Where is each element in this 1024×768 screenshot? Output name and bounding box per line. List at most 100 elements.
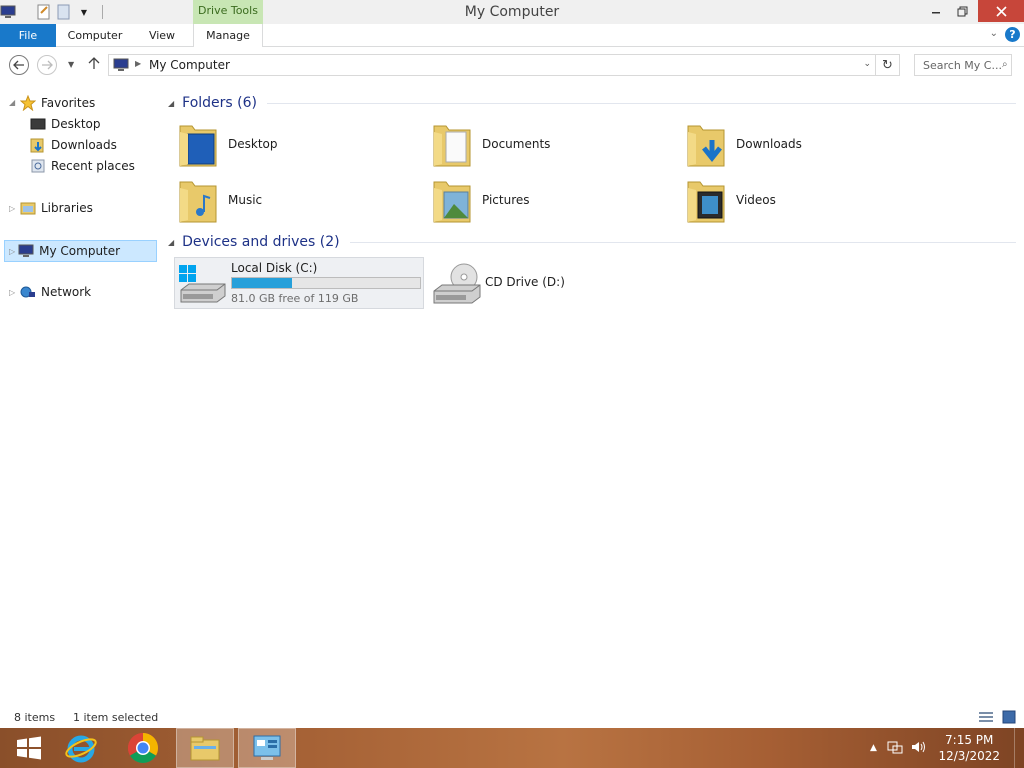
start-button[interactable] [0,728,58,768]
up-arrow-icon[interactable] [88,56,100,73]
window-title: My Computer [464,4,560,20]
search-input[interactable]: Search My C... [914,54,1012,76]
folder-label: Documents [482,137,551,151]
file-explorer-button[interactable] [176,728,234,768]
clock-date: 12/3/2022 [938,749,1000,763]
nav-my-computer[interactable]: ▷ My Computer [4,240,157,262]
drive-c[interactable]: Local Disk (C:) 81.0 GB free of 119 GB [174,257,424,309]
breadcrumb[interactable]: My Computer [149,58,230,72]
address-bar[interactable]: ▶ My Computer ⌄ [108,54,876,76]
drive-usage-bar [231,277,421,289]
details-view-icon[interactable] [978,710,994,727]
computer-icon[interactable] [0,4,16,20]
group-title: Folders (6) [182,95,257,111]
nav-network[interactable]: Network [20,282,91,302]
downloads-icon [30,137,46,153]
ribbon-tabs: File Computer View Manage ⌄ ? [0,24,1024,47]
nav-label: My Computer [39,244,121,258]
nav-label: Network [41,285,92,299]
network-status-icon[interactable] [887,740,903,757]
libraries-icon [20,200,36,216]
tab-view[interactable]: View [136,24,188,47]
folder-label: Pictures [482,193,530,207]
nav-label: Favorites [41,96,96,110]
tab-computer[interactable]: Computer [60,24,130,47]
drives-group-header[interactable]: ◢ Devices and drives (2) [168,231,1016,253]
minimize-button[interactable] [922,0,950,22]
internet-explorer-icon [65,735,97,763]
collapse-icon[interactable]: ◢ [168,238,174,247]
favorites-expander-icon[interactable]: ◢ [9,98,15,107]
star-icon [20,95,36,111]
folders-group-header[interactable]: ◢ Folders (6) [168,92,1016,114]
nav-label: Desktop [51,117,101,131]
windows-logo-icon [17,736,41,760]
control-panel-button[interactable] [238,728,296,768]
folder-desktop[interactable]: Desktop [178,118,278,170]
drive-usage-fill [232,278,293,288]
network-expander-icon[interactable]: ▷ [9,288,15,297]
folder-label: Music [228,193,263,207]
drive-d[interactable]: CD Drive (D:) [430,257,680,309]
search-icon[interactable]: ⌕ [1002,59,1008,70]
selection-count: 1 item selected [73,711,159,724]
desktop-icon [30,116,46,132]
nav-libraries[interactable]: Libraries [20,198,93,218]
nav-item-desktop[interactable]: Desktop [30,114,101,134]
status-bar: 8 items 1 item selected [0,708,1024,728]
nav-favorites[interactable]: Favorites [20,93,95,113]
tab-file[interactable]: File [0,24,56,47]
divider [102,5,103,19]
my-computer-expander-icon[interactable]: ▷ [9,247,15,256]
drive-info: Local Disk (C:) 81.0 GB free of 119 GB [231,261,421,305]
chrome-button[interactable] [114,728,172,768]
breadcrumb-separator-icon[interactable]: ▶ [135,59,141,68]
content-area: ◢ Folders (6) Desktop Documents Download… [160,82,1024,708]
refresh-button[interactable]: ↻ [876,54,900,76]
show-hidden-icons-icon[interactable]: ▲ [870,743,877,753]
navigation-bar: ▼ ▶ My Computer ⌄ ↻ Search My C... ⌕ [0,48,1024,82]
downloads-folder-icon [686,120,726,168]
forward-button[interactable] [37,55,57,75]
expand-ribbon-icon[interactable]: ⌄ [990,28,998,39]
folder-downloads[interactable]: Downloads [686,118,802,170]
help-icon[interactable]: ? [1005,27,1020,42]
internet-explorer-button[interactable] [52,728,110,768]
music-folder-icon [178,176,218,224]
control-panel-icon [253,735,281,760]
libraries-expander-icon[interactable]: ▷ [9,204,15,213]
chrome-icon [127,733,159,764]
clock-time: 7:15 PM [945,733,994,747]
drive-tools-label: Drive Tools [193,0,263,24]
volume-icon[interactable] [911,740,927,757]
pictures-folder-icon [432,176,472,224]
properties-icon[interactable] [36,4,52,20]
chevron-down-icon[interactable]: ▼ [76,4,92,20]
hard-drive-icon [177,262,227,309]
desktop-folder-icon [178,120,218,168]
network-icon [20,284,36,300]
tab-manage[interactable]: Manage [193,24,263,47]
collapse-icon[interactable]: ◢ [168,99,174,108]
quick-access-toolbar: ▼ [0,2,103,22]
nav-label: Libraries [41,201,93,215]
restore-button[interactable] [948,0,976,22]
back-button[interactable] [9,55,29,75]
address-dropdown-icon[interactable]: ⌄ [863,59,871,69]
clock[interactable]: 7:15 PM 12/3/2022 [938,732,1000,764]
close-button[interactable] [978,0,1024,22]
nav-label: Downloads [51,138,117,152]
large-icons-view-icon[interactable] [1002,710,1016,727]
folder-pictures[interactable]: Pictures [432,174,530,226]
show-desktop-button[interactable] [1014,728,1024,768]
folder-documents[interactable]: Documents [432,118,550,170]
recent-places-icon [30,158,46,174]
nav-item-recent-places[interactable]: Recent places [30,156,135,176]
new-folder-icon[interactable] [56,4,72,20]
folder-videos[interactable]: Videos [686,174,776,226]
folder-music[interactable]: Music [178,174,262,226]
folder-label: Videos [736,193,776,207]
taskbar: ▲ 7:15 PM 12/3/2022 [0,728,1024,768]
nav-item-downloads[interactable]: Downloads [30,135,117,155]
recent-locations-icon[interactable]: ▼ [68,60,74,69]
